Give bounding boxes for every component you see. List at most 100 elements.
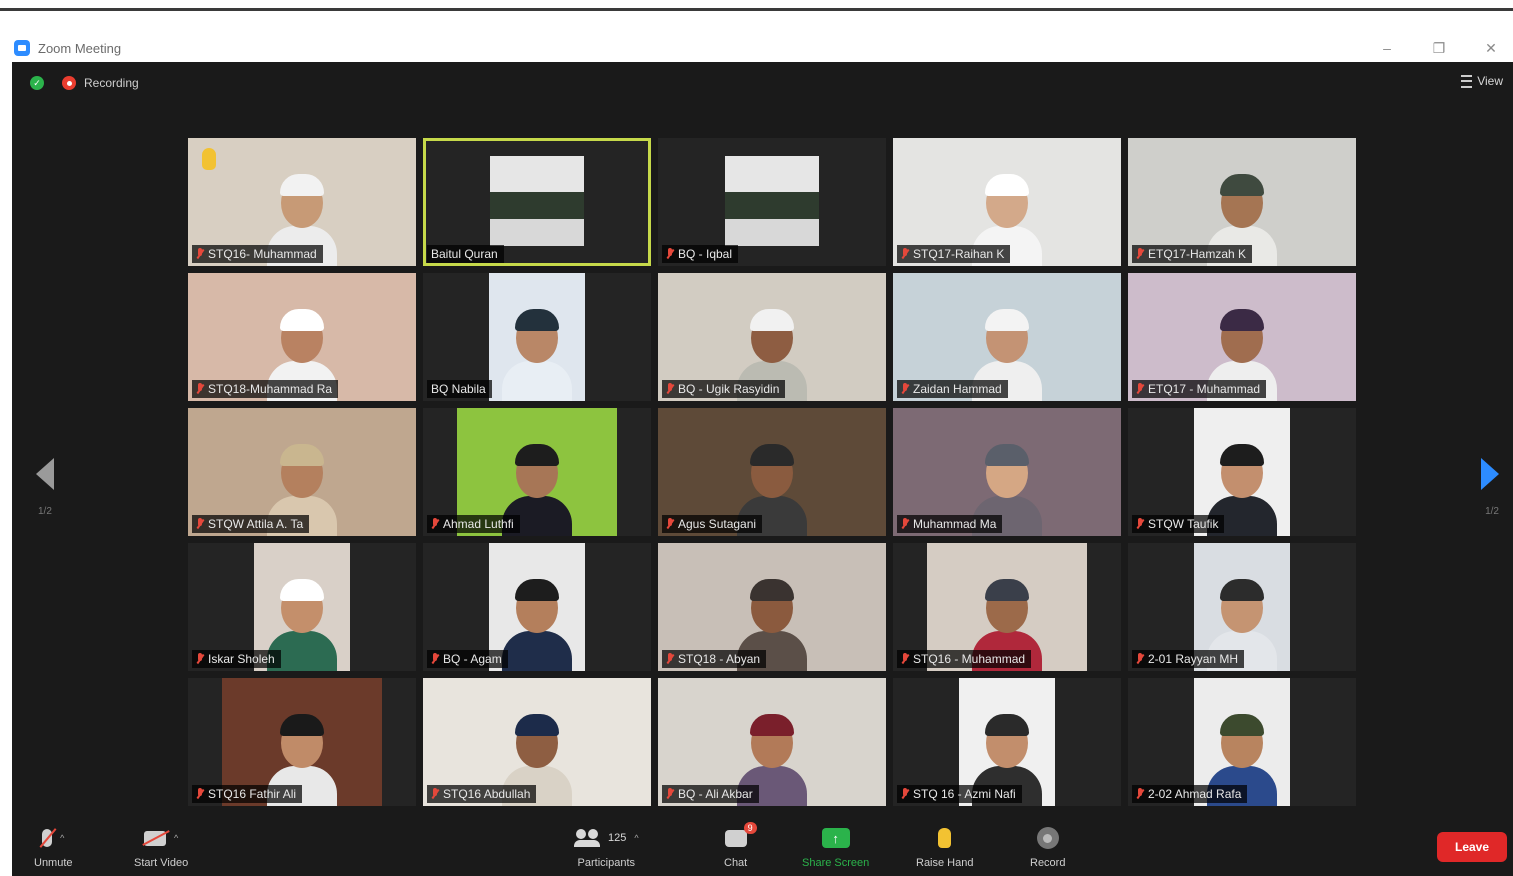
participant-tile[interactable]: STQ17-Raihan K xyxy=(893,138,1121,266)
participant-name-tag: Baitul Quran xyxy=(427,245,504,263)
view-label: View xyxy=(1477,74,1503,88)
leave-button[interactable]: Leave xyxy=(1437,832,1507,862)
participant-tile[interactable]: Muhammad Ma xyxy=(893,408,1121,536)
participant-tile[interactable]: BQ - Iqbal xyxy=(658,138,886,266)
muted-microphone-icon xyxy=(666,518,674,530)
participant-name: STQ16 Fathir Ali xyxy=(208,787,297,801)
participant-name-tag: 2-01 Rayyan MH xyxy=(1132,650,1245,668)
participant-name-tag: STQ16 - Muhammad xyxy=(897,650,1032,668)
restore-icon[interactable]: ❐ xyxy=(1431,40,1447,57)
minimize-icon[interactable]: – xyxy=(1379,40,1395,57)
participant-tile[interactable]: Zaidan Hammad xyxy=(893,273,1121,401)
participant-tile[interactable]: STQ16- Muhammad xyxy=(188,138,416,266)
participant-tile[interactable]: BQ - Ali Akbar xyxy=(658,678,886,806)
participant-tile[interactable]: Baitul Quran xyxy=(423,138,651,266)
participant-tile[interactable]: Ahmad Luthfi xyxy=(423,408,651,536)
meeting-toolbar: ^ Unmute ^ Start Video 125 ^ Participants… xyxy=(12,818,1513,876)
raise-hand-icon xyxy=(938,828,952,848)
participant-tile[interactable]: BQ - Agam xyxy=(423,543,651,671)
participant-name-tag: STQ 16 - Azmi Nafi xyxy=(897,785,1022,803)
start-video-button[interactable]: ^ Start Video xyxy=(134,826,188,869)
participant-tile[interactable]: 2-02 Ahmad Rafa xyxy=(1128,678,1356,806)
participant-tile[interactable]: ETQ17-Hamzah K xyxy=(1128,138,1356,266)
zoom-logo-icon xyxy=(14,40,30,56)
raise-hand-button[interactable]: Raise Hand xyxy=(916,826,973,869)
unmute-button[interactable]: ^ Unmute xyxy=(34,826,73,869)
participant-name: ETQ17 - Muhammad xyxy=(1148,382,1261,396)
participant-name: Iskar Sholeh xyxy=(208,652,275,666)
participant-tile[interactable]: BQ Nabila xyxy=(423,273,651,401)
video-options-caret[interactable]: ^ xyxy=(174,833,178,843)
participant-tile[interactable]: BQ - Ugik Rasyidin xyxy=(658,273,886,401)
participant-tile[interactable]: Agus Sutagani xyxy=(658,408,886,536)
shield-icon[interactable]: ✓ xyxy=(30,76,44,90)
window-titlebar: Zoom Meeting – ❐ ✕ xyxy=(12,34,1513,62)
recording-icon xyxy=(62,76,76,90)
participant-tile[interactable]: STQ18 - Abyan xyxy=(658,543,886,671)
participant-name: STQ18-Muhammad Ra xyxy=(208,382,333,396)
participant-name-tag: STQ18 - Abyan xyxy=(662,650,767,668)
muted-microphone-icon xyxy=(901,248,909,260)
participant-name-tag: STQ16 Fathir Ali xyxy=(192,785,303,803)
participant-silhouette xyxy=(502,303,572,401)
participants-button[interactable]: 125 ^ Participants xyxy=(574,826,639,869)
participant-name: STQ16- Muhammad xyxy=(208,247,317,261)
participant-name: BQ - Agam xyxy=(443,652,502,666)
next-page-arrow-icon[interactable] xyxy=(1481,458,1499,490)
participant-name: 2-02 Ahmad Rafa xyxy=(1148,787,1242,801)
top-border xyxy=(0,8,1513,11)
close-icon[interactable]: ✕ xyxy=(1483,40,1499,57)
muted-microphone-icon xyxy=(431,518,439,530)
participant-name: Agus Sutagani xyxy=(678,517,757,531)
participant-tile[interactable]: STQW Attila A. Ta xyxy=(188,408,416,536)
participant-tile[interactable]: 2-01 Rayyan MH xyxy=(1128,543,1356,671)
participant-tile[interactable]: STQ18-Muhammad Ra xyxy=(188,273,416,401)
camera-off-icon xyxy=(144,830,166,846)
muted-microphone-icon xyxy=(196,518,204,530)
muted-microphone-icon xyxy=(901,383,909,395)
participant-tile[interactable]: STQW Taufik xyxy=(1128,408,1356,536)
participant-name: STQW Taufik xyxy=(1148,517,1219,531)
muted-microphone-icon xyxy=(196,248,204,260)
muted-microphone-icon xyxy=(901,653,909,665)
participant-name-tag: Ahmad Luthfi xyxy=(427,515,520,533)
participant-name: STQ16 Abdullah xyxy=(443,787,531,801)
page-indicator-right: 1/2 xyxy=(1485,506,1499,517)
audio-options-caret[interactable]: ^ xyxy=(60,833,64,843)
shared-poster-image xyxy=(725,156,819,246)
chat-button[interactable]: 9 Chat xyxy=(724,821,757,869)
participant-tile[interactable]: ETQ17 - Muhammad xyxy=(1128,273,1356,401)
participant-tile[interactable]: STQ16 Abdullah xyxy=(423,678,651,806)
view-button[interactable]: View xyxy=(1461,74,1503,88)
recording-label: Recording xyxy=(84,76,139,90)
participant-name-tag: ETQ17 - Muhammad xyxy=(1132,380,1267,398)
participant-tile[interactable]: STQ16 Fathir Ali xyxy=(188,678,416,806)
participant-tile[interactable]: STQ 16 - Azmi Nafi xyxy=(893,678,1121,806)
participant-name-tag: Muhammad Ma xyxy=(897,515,1003,533)
participant-name-tag: STQ16 Abdullah xyxy=(427,785,537,803)
participant-name-tag: BQ - Ugik Rasyidin xyxy=(662,380,786,398)
participant-name: STQ17-Raihan K xyxy=(913,247,1005,261)
participants-options-caret[interactable]: ^ xyxy=(634,833,638,843)
participant-name: Muhammad Ma xyxy=(913,517,997,531)
share-screen-button[interactable]: ↑ Share Screen xyxy=(802,826,869,869)
participant-name-tag: STQ17-Raihan K xyxy=(897,245,1011,263)
participant-name: ETQ17-Hamzah K xyxy=(1148,247,1247,261)
participant-name-tag: STQW Taufik xyxy=(1132,515,1225,533)
muted-microphone-icon xyxy=(1136,653,1144,665)
participant-name: BQ - Ali Akbar xyxy=(678,787,753,801)
participant-name: BQ - Ugik Rasyidin xyxy=(678,382,780,396)
participant-name: BQ - Iqbal xyxy=(678,247,733,261)
participant-name-tag: BQ - Iqbal xyxy=(662,245,739,263)
previous-page-arrow-icon[interactable] xyxy=(36,458,54,490)
participant-name-tag: ETQ17-Hamzah K xyxy=(1132,245,1253,263)
muted-microphone-icon xyxy=(431,788,439,800)
participant-name: STQ16 - Muhammad xyxy=(913,652,1026,666)
muted-microphone-icon xyxy=(666,653,674,665)
participant-name-tag: BQ Nabila xyxy=(427,380,492,398)
record-button[interactable]: Record xyxy=(1030,826,1065,869)
participant-name-tag: BQ - Ali Akbar xyxy=(662,785,759,803)
muted-microphone-icon xyxy=(1136,788,1144,800)
participant-tile[interactable]: STQ16 - Muhammad xyxy=(893,543,1121,671)
participant-tile[interactable]: Iskar Sholeh xyxy=(188,543,416,671)
